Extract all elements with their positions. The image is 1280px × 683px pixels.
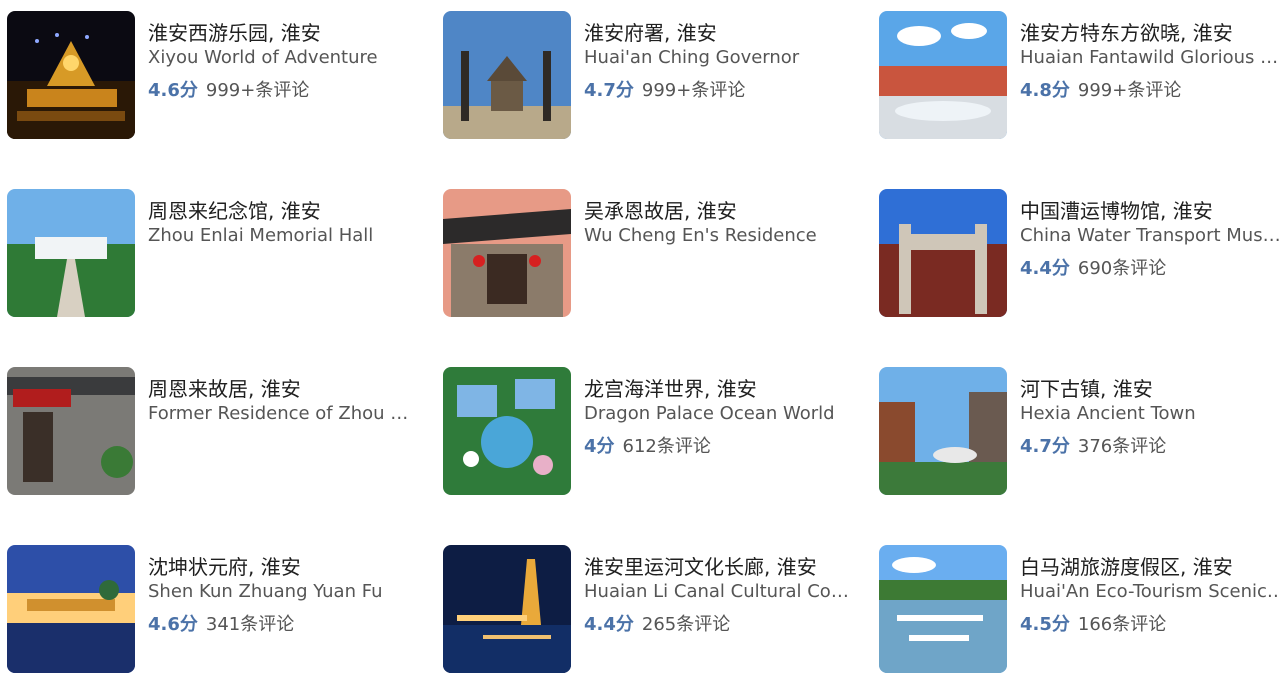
attraction-name-en[interactable]: Huai'An Eco-Tourism Scenic Area xyxy=(1020,581,1280,602)
review-count: 690条评论 xyxy=(1077,258,1167,279)
rating-score: 4.6分 xyxy=(148,80,198,101)
attraction-card[interactable]: 周恩来纪念馆, 淮安 Zhou Enlai Memorial Hall xyxy=(7,189,437,319)
attraction-card[interactable]: 淮安西游乐园, 淮安 Xiyou World of Adventure 4.6分… xyxy=(7,11,437,141)
attraction-name-en[interactable]: Shen Kun Zhuang Yuan Fu xyxy=(148,581,418,602)
review-count: 265条评论 xyxy=(641,614,731,635)
review-count: 376条评论 xyxy=(1077,436,1167,457)
attraction-name-en[interactable]: China Water Transport Museum xyxy=(1020,225,1280,246)
attraction-name-cn[interactable]: 周恩来纪念馆, 淮安 xyxy=(148,195,321,224)
rating-score: 4.6分 xyxy=(148,614,198,635)
attraction-name-en[interactable]: Former Residence of Zhou Enlai xyxy=(148,403,418,424)
attraction-card[interactable]: 白马湖旅游度假区, 淮安 Huai'An Eco-Tourism Scenic … xyxy=(879,545,1280,675)
attraction-meta: 4.6分 999+条评论 xyxy=(148,76,309,102)
attraction-photo[interactable] xyxy=(443,367,571,495)
attraction-card[interactable]: 淮安府署, 淮安 Huai'an Ching Governor 4.7分 999+… xyxy=(443,11,873,141)
attraction-card[interactable]: 淮安里运河文化长廊, 淮安 Huaian Li Canal Cultural C… xyxy=(443,545,873,675)
attraction-photo[interactable] xyxy=(879,189,1007,317)
attraction-name-cn[interactable]: 中国漕运博物馆, 淮安 xyxy=(1020,195,1213,224)
rating-score: 4.5分 xyxy=(1020,614,1070,635)
attraction-name-cn[interactable]: 周恩来故居, 淮安 xyxy=(148,373,301,402)
review-count: 999+条评论 xyxy=(205,80,310,101)
attraction-photo[interactable] xyxy=(879,367,1007,495)
review-count: 166条评论 xyxy=(1077,614,1167,635)
attraction-meta: 4.8分 999+条评论 xyxy=(1020,76,1181,102)
attraction-name-en[interactable]: Dragon Palace Ocean World xyxy=(584,403,854,424)
attraction-name-cn[interactable]: 淮安府署, 淮安 xyxy=(584,17,717,46)
attraction-card[interactable]: 龙宫海洋世界, 淮安 Dragon Palace Ocean World 4分 6… xyxy=(443,367,873,497)
attraction-name-en[interactable]: Huaian Fantawild Glorious Orient xyxy=(1020,47,1280,68)
attraction-name-cn[interactable]: 淮安西游乐园, 淮安 xyxy=(148,17,321,46)
attraction-photo[interactable] xyxy=(443,11,571,139)
attraction-card[interactable]: 沈坤状元府, 淮安 Shen Kun Zhuang Yuan Fu 4.6分 34… xyxy=(7,545,437,675)
attraction-name-cn[interactable]: 河下古镇, 淮安 xyxy=(1020,373,1153,402)
attraction-photo[interactable] xyxy=(443,545,571,673)
rating-score: 4.4分 xyxy=(1020,258,1070,279)
attraction-name-cn[interactable]: 吴承恩故居, 淮安 xyxy=(584,195,737,224)
attraction-card[interactable]: 淮安方特东方欲晓, 淮安 Huaian Fantawild Glorious O… xyxy=(879,11,1280,141)
attraction-meta: 4.4分 690条评论 xyxy=(1020,254,1166,280)
attraction-photo[interactable] xyxy=(879,545,1007,673)
rating-score: 4.4分 xyxy=(584,614,634,635)
attraction-photo[interactable] xyxy=(7,545,135,673)
attraction-photo[interactable] xyxy=(443,189,571,317)
attraction-meta: 4.7分 376条评论 xyxy=(1020,432,1166,458)
attraction-name-cn[interactable]: 淮安里运河文化长廊, 淮安 xyxy=(584,551,817,580)
attraction-name-en[interactable]: Hexia Ancient Town xyxy=(1020,403,1280,424)
attraction-card[interactable]: 吴承恩故居, 淮安 Wu Cheng En's Residence xyxy=(443,189,873,319)
attraction-name-en[interactable]: Xiyou World of Adventure xyxy=(148,47,418,68)
rating-score: 4分 xyxy=(584,436,615,457)
review-count: 612条评论 xyxy=(622,436,711,457)
attraction-card[interactable]: 周恩来故居, 淮安 Former Residence of Zhou Enlai xyxy=(7,367,437,497)
attraction-name-en[interactable]: Zhou Enlai Memorial Hall xyxy=(148,225,418,246)
attraction-card[interactable]: 中国漕运博物馆, 淮安 China Water Transport Museum… xyxy=(879,189,1280,319)
attraction-name-cn[interactable]: 龙宫海洋世界, 淮安 xyxy=(584,373,757,402)
attraction-card[interactable]: 河下古镇, 淮安 Hexia Ancient Town 4.7分 376条评论 xyxy=(879,367,1280,497)
review-count: 999+条评论 xyxy=(1077,80,1182,101)
attraction-meta: 4分 612条评论 xyxy=(584,432,711,458)
attraction-name-cn[interactable]: 白马湖旅游度假区, 淮安 xyxy=(1020,551,1233,580)
attraction-name-en[interactable]: Huaian Li Canal Cultural Corridor xyxy=(584,581,854,602)
review-count: 999+条评论 xyxy=(641,80,746,101)
attraction-meta: 4.7分 999+条评论 xyxy=(584,76,745,102)
attraction-meta: 4.4分 265条评论 xyxy=(584,610,730,636)
rating-score: 4.8分 xyxy=(1020,80,1070,101)
attraction-photo[interactable] xyxy=(7,367,135,495)
attraction-photo[interactable] xyxy=(7,189,135,317)
attraction-meta: 4.6分 341条评论 xyxy=(148,610,294,636)
review-count: 341条评论 xyxy=(205,614,295,635)
attraction-name-en[interactable]: Wu Cheng En's Residence xyxy=(584,225,854,246)
attraction-grid: 淮安西游乐园, 淮安 Xiyou World of Adventure 4.6分… xyxy=(0,0,1280,683)
rating-score: 4.7分 xyxy=(1020,436,1070,457)
attraction-name-en[interactable]: Huai'an Ching Governor xyxy=(584,47,854,68)
attraction-photo[interactable] xyxy=(879,11,1007,139)
attraction-name-cn[interactable]: 淮安方特东方欲晓, 淮安 xyxy=(1020,17,1233,46)
attraction-meta: 4.5分 166条评论 xyxy=(1020,610,1166,636)
rating-score: 4.7分 xyxy=(584,80,634,101)
attraction-photo[interactable] xyxy=(7,11,135,139)
attraction-name-cn[interactable]: 沈坤状元府, 淮安 xyxy=(148,551,301,580)
